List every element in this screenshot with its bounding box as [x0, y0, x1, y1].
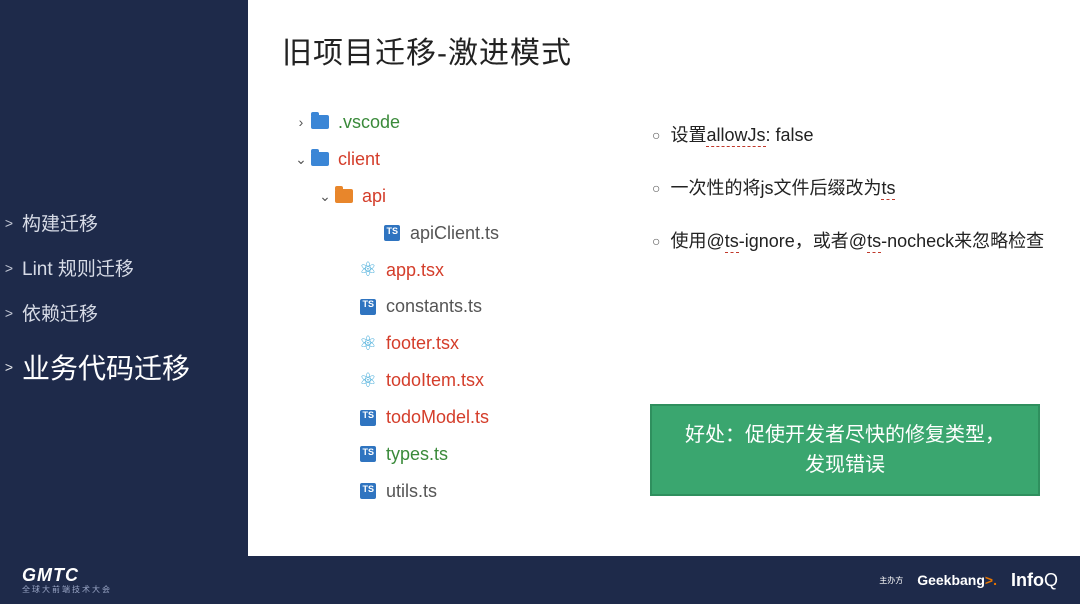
tree-item-label: types.ts	[386, 436, 448, 473]
typescript-file-icon: TS	[358, 410, 378, 426]
bullet-marker-icon: ○	[652, 125, 660, 149]
expand-arrow-icon: ⌄	[318, 182, 332, 211]
typescript-file-icon: TS	[382, 225, 402, 241]
tree-item-label: utils.ts	[386, 473, 437, 510]
tree-item-label: api	[362, 178, 386, 215]
sidebar-item-label: 构建迁移	[22, 209, 98, 236]
typescript-file-icon: TS	[358, 483, 378, 499]
expand-arrow-icon: ›	[294, 108, 308, 137]
tree-row[interactable]: ⚛ footer.tsx	[282, 325, 612, 362]
react-file-icon: ⚛	[358, 373, 378, 389]
tree-row[interactable]: TS apiClient.ts	[282, 215, 612, 252]
tree-row[interactable]: TS types.ts	[282, 436, 612, 473]
chevron-right-icon: >	[2, 215, 16, 231]
bullet-marker-icon: ○	[652, 178, 660, 202]
chevron-right-icon: >	[2, 359, 16, 375]
content-area: 旧项目迁移-激进模式 ›.vscode⌄client⌄apiTSapiClien…	[248, 0, 1080, 556]
bullet-item: ○ 设置allowJs: false	[652, 122, 1046, 149]
tree-row[interactable]: TS todoModel.ts	[282, 399, 612, 436]
tree-row[interactable]: TS utils.ts	[282, 473, 612, 510]
tree-item-label: .vscode	[338, 104, 400, 141]
bullet-item: ○ 一次性的将js文件后缀改为ts	[652, 175, 1046, 202]
geekbang-logo: Geekbang>.	[917, 572, 997, 588]
bullet-text: 设置allowJs: false	[670, 122, 813, 149]
sidebar-item-label: Lint 规则迁移	[22, 254, 134, 281]
bullet-marker-icon: ○	[652, 231, 660, 255]
tree-item-label: footer.tsx	[386, 325, 459, 362]
footer-host-label: 主办方	[879, 575, 903, 586]
tree-item-label: todoItem.tsx	[386, 362, 484, 399]
folder-icon	[310, 114, 330, 130]
sidebar-item[interactable]: > 构建迁移	[0, 200, 248, 245]
tree-row[interactable]: › .vscode	[282, 104, 612, 141]
tree-row[interactable]: ⚛ app.tsx	[282, 252, 612, 289]
folder-icon	[310, 151, 330, 167]
slide-title: 旧项目迁移-激进模式	[282, 28, 1046, 72]
sidebar-item-label: 依赖迁移	[22, 299, 98, 326]
tree-item-label: apiClient.ts	[410, 215, 499, 252]
bullet-item: ○ 使用@ts-ignore，或者@ts-nocheck来忽略检查	[652, 228, 1046, 255]
footer-brand: GMTC	[22, 566, 112, 586]
footer-brand-sub: 全球大前端技术大会	[22, 586, 112, 595]
tree-item-label: todoModel.ts	[386, 399, 489, 436]
chevron-right-icon: >	[2, 260, 16, 276]
typescript-file-icon: TS	[358, 446, 378, 462]
tree-item-label: constants.ts	[386, 288, 482, 325]
bullet-text: 使用@ts-ignore，或者@ts-nocheck来忽略检查	[670, 228, 1044, 255]
tree-item-label: app.tsx	[386, 252, 444, 289]
tree-row[interactable]: ⌄ client	[282, 141, 612, 178]
sidebar: > 构建迁移 > Lint 规则迁移 > 依赖迁移 > 业务代码迁移	[0, 0, 248, 556]
infoq-logo: InfoQ	[1011, 570, 1058, 591]
expand-arrow-icon: ⌄	[294, 145, 308, 174]
tree-item-label: client	[338, 141, 380, 178]
file-tree: ›.vscode⌄client⌄apiTSapiClient.ts⚛app.ts…	[282, 104, 612, 510]
bullet-text: 一次性的将js文件后缀改为ts	[670, 175, 895, 202]
benefit-box: 好处：促使开发者尽快的修复类型，发现错误	[650, 404, 1040, 496]
react-file-icon: ⚛	[358, 262, 378, 278]
tree-row[interactable]: ⚛ todoItem.tsx	[282, 362, 612, 399]
sidebar-item-label: 业务代码迁移	[22, 347, 190, 387]
tree-row[interactable]: TS constants.ts	[282, 288, 612, 325]
react-file-icon: ⚛	[358, 336, 378, 352]
sidebar-item[interactable]: > Lint 规则迁移	[0, 245, 248, 290]
sidebar-item[interactable]: > 依赖迁移	[0, 290, 248, 335]
folder-icon	[334, 188, 354, 204]
footer: GMTC 全球大前端技术大会 主办方 Geekbang>. InfoQ	[0, 556, 1080, 604]
sidebar-item[interactable]: > 业务代码迁移	[0, 335, 248, 396]
typescript-file-icon: TS	[358, 299, 378, 315]
tree-row[interactable]: ⌄ api	[282, 178, 612, 215]
chevron-right-icon: >	[2, 305, 16, 321]
